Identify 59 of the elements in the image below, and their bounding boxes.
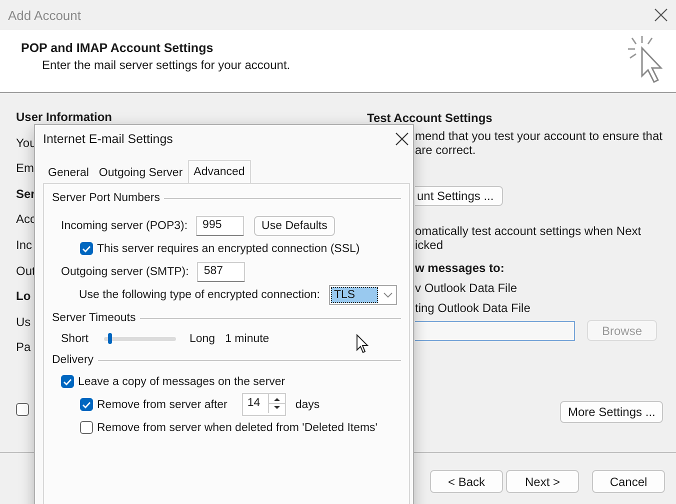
- checkbox-label: Leave a copy of messages on the server: [78, 376, 286, 388]
- timeout-value: 1 minute: [225, 333, 270, 345]
- footer-button[interactable]: Cancel: [592, 470, 665, 493]
- option-label: v Outlook Data File: [415, 280, 518, 297]
- auto-test-label: icked: [415, 238, 444, 252]
- more-settings-button[interactable]: More Settings ...: [560, 401, 664, 423]
- tab[interactable]: Advanced: [188, 160, 251, 183]
- field-label: Incoming server (POP3):: [61, 220, 188, 232]
- tab[interactable]: General: [43, 163, 94, 183]
- section-heading: w messages to:: [415, 260, 506, 277]
- field-label: Outgoing server (SMTP):: [61, 266, 189, 278]
- days-spinbox[interactable]: 14: [242, 393, 286, 416]
- close-icon[interactable]: [654, 8, 668, 22]
- slider-label: Long: [190, 333, 216, 345]
- field-label: Us: [16, 314, 31, 330]
- section-heading: Test Account Settings: [367, 111, 494, 127]
- unit-label: days: [295, 398, 320, 410]
- page-subtitle: Enter the mail server settings for your account.: [42, 58, 290, 72]
- encryption-dropdown[interactable]: TLS: [329, 284, 398, 304]
- checkbox[interactable]: [61, 375, 74, 388]
- description-text: mend that you test your account to ensure that: [415, 129, 664, 143]
- option-label: ting Outlook Data File: [415, 300, 532, 317]
- checkbox-label: Remove from server when deleted from 'Deleted Items': [97, 422, 378, 434]
- field-label: Use the following type of encrypted connection:: [79, 288, 320, 300]
- input-field[interactable]: 995: [196, 216, 244, 236]
- file-path-field[interactable]: [415, 320, 575, 340]
- mouse-pointer-icon: [356, 334, 369, 354]
- field-label: Out: [16, 262, 36, 279]
- group-title: Server Timeouts: [52, 312, 136, 324]
- auto-test-label: omatically test account settings when Next: [415, 224, 642, 238]
- checkbox-label: Remove from server after: [97, 398, 228, 410]
- field-label: Inc: [16, 236, 32, 253]
- field-label: Pa: [16, 339, 31, 356]
- window-title: Add Account: [8, 8, 81, 22]
- use-defaults-button[interactable]: Use Defaults: [254, 216, 336, 236]
- section-heading: Lo: [16, 288, 31, 304]
- group-title: Delivery: [52, 354, 94, 366]
- dialog-title: Internet E-mail Settings: [43, 132, 173, 146]
- checkbox[interactable]: [80, 421, 93, 434]
- slider-label: Short: [61, 333, 88, 345]
- tab[interactable]: Outgoing Server: [94, 163, 188, 183]
- description-text: are correct.: [415, 143, 477, 157]
- checkbox-label: This server requires an encrypted connection (SSL): [97, 242, 360, 254]
- test-settings-button[interactable]: unt Settings ...: [415, 186, 503, 206]
- section-heading: Ser: [16, 186, 36, 202]
- group-title: Server Port Numbers: [52, 192, 160, 204]
- section-heading: User Information: [16, 109, 112, 125]
- checkbox[interactable]: [80, 398, 93, 411]
- footer-button[interactable]: Next >: [506, 470, 579, 493]
- close-icon[interactable]: [395, 132, 409, 146]
- input-field[interactable]: 587: [196, 262, 245, 282]
- field-label: Em: [16, 160, 34, 176]
- checkbox[interactable]: [80, 242, 93, 255]
- footer-button[interactable]: < Back: [430, 470, 503, 493]
- checkbox[interactable]: [16, 402, 29, 416]
- caret-icon: [381, 290, 396, 300]
- cursor-click-icon: [628, 36, 664, 86]
- spin-arrows-icon[interactable]: [268, 394, 286, 413]
- page-title: POP and IMAP Account Settings: [21, 41, 214, 55]
